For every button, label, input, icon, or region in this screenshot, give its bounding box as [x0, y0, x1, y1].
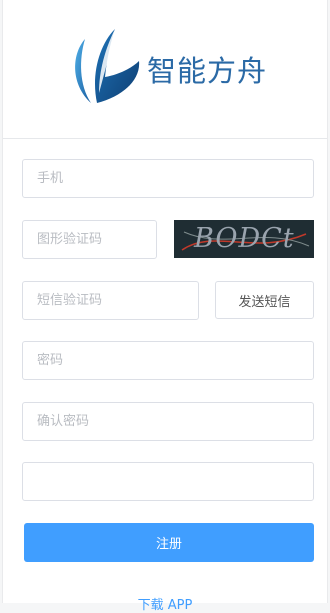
register-button[interactable]: 注册: [24, 523, 314, 562]
password-field[interactable]: [22, 341, 314, 380]
register-card: 智能方舟 BODCt 发送短信 注册 下载 APP: [2, 0, 328, 613]
captcha-image[interactable]: BODCt: [174, 220, 314, 258]
sms-code-field[interactable]: [22, 281, 199, 320]
confirm-password-input[interactable]: [23, 403, 313, 440]
sail-logo-icon: [75, 29, 140, 103]
extra-field[interactable]: [22, 462, 314, 501]
download-app-link[interactable]: 下载 APP: [3, 594, 327, 613]
captcha-field[interactable]: [22, 220, 157, 259]
confirm-password-field[interactable]: [22, 402, 314, 441]
brand-header: 智能方舟: [3, 0, 327, 139]
sms-code-input[interactable]: [23, 282, 198, 319]
password-input[interactable]: [23, 342, 313, 379]
send-sms-button[interactable]: 发送短信: [215, 281, 314, 319]
brand-name: 智能方舟: [147, 54, 268, 88]
captcha-text: BODCt: [194, 223, 295, 254]
captcha-input[interactable]: [23, 221, 156, 258]
phone-input[interactable]: [23, 160, 313, 197]
phone-field[interactable]: [22, 159, 314, 198]
extra-input[interactable]: [23, 463, 313, 500]
